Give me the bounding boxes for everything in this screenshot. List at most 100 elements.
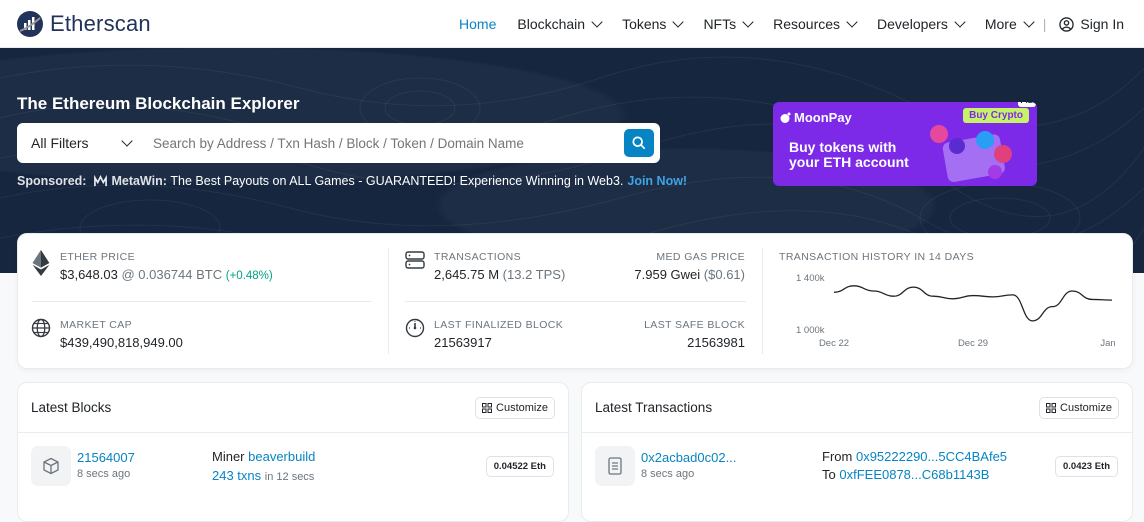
chevron-down-icon xyxy=(954,16,966,28)
top-navbar: Etherscan Home Blockchain Tokens NFTs Re… xyxy=(0,0,1144,48)
latest-transactions-panel: Latest Transactions Customize 0x2acbad0c… xyxy=(581,382,1133,522)
gas-price-block[interactable]: MED GAS PRICE 7.959 Gwei ($0.61) xyxy=(634,251,745,282)
latest-transactions-header: Latest Transactions Customize xyxy=(582,383,1132,433)
finalized-block-label: LAST FINALIZED BLOCK xyxy=(434,319,564,331)
user-circle-icon xyxy=(1059,16,1075,32)
ether-price-usd: $3,648.03 xyxy=(60,267,118,282)
transaction-from: From 0x95222290...5CC4BAfe5 xyxy=(822,449,1007,464)
etherscan-logo[interactable]: Etherscan xyxy=(16,10,151,38)
block-icon xyxy=(31,446,71,486)
nav-nfts-label: NFTs xyxy=(703,16,737,32)
nav-home[interactable]: Home xyxy=(459,16,496,32)
sign-in-button[interactable]: Sign In xyxy=(1059,16,1124,32)
nav-resources[interactable]: Resources xyxy=(773,16,858,32)
block-txns-link[interactable]: 243 txns xyxy=(212,468,261,483)
transaction-value-badge: 0.0423 Eth xyxy=(1055,456,1118,477)
nav-home-label: Home xyxy=(459,16,497,32)
y-tick-label: 1 400k xyxy=(796,273,825,284)
ether-price-value: $3,648.03 @ 0.036744 BTC (+0.48%) xyxy=(60,267,273,282)
metawin-logo-icon xyxy=(94,174,108,186)
block-txns-time: in 12 secs xyxy=(264,471,315,483)
moonpay-ad[interactable]: MoonPay Buy Crypto Ad Buy tokens with yo… xyxy=(773,102,1037,186)
ether-price-block: ETHER PRICE $3,648.03 @ 0.036744 BTC (+0… xyxy=(60,251,273,282)
page-title: The Ethereum Blockchain Explorer xyxy=(17,94,300,113)
latest-blocks-panel: Latest Blocks Customize 21564007 8 secs … xyxy=(17,382,569,522)
safe-block-info: LAST SAFE BLOCK 21563981 xyxy=(644,319,745,350)
chevron-down-icon xyxy=(846,16,858,28)
transaction-age: 8 secs ago xyxy=(641,468,695,480)
search-bar: All Filters xyxy=(17,123,660,163)
moonpay-logo-icon xyxy=(780,112,791,123)
sponsored-label: Sponsored: xyxy=(17,174,87,188)
nav-resources-label: Resources xyxy=(773,16,841,32)
nav-blockchain-label: Blockchain xyxy=(517,16,586,32)
gas-price-usd: ($0.61) xyxy=(703,267,745,282)
transactions-block: TRANSACTIONS 2,645.75 M (13.2 TPS) xyxy=(434,251,565,282)
x-tick-label: Jan 5 xyxy=(1100,338,1116,349)
miner-label: Miner xyxy=(212,449,245,464)
nav-nfts[interactable]: NFTs xyxy=(703,16,754,32)
transactions-label: TRANSACTIONS xyxy=(434,251,522,263)
market-cap-block: MARKET CAP $439,490,818,949.00 xyxy=(60,319,183,350)
gauge-icon xyxy=(405,318,425,338)
customize-transactions-button[interactable]: Customize xyxy=(1039,396,1119,419)
x-tick-label: Dec 22 xyxy=(819,338,849,349)
grid-icon xyxy=(1046,402,1057,413)
search-button[interactable] xyxy=(624,129,654,157)
block-txns: 243 txns in 12 secs xyxy=(212,468,314,483)
server-icon xyxy=(405,251,425,269)
divider xyxy=(32,301,372,302)
customize-label: Customize xyxy=(1060,401,1112,414)
nav-tokens[interactable]: Tokens xyxy=(622,16,685,32)
filter-dropdown[interactable]: All Filters xyxy=(17,123,145,163)
transaction-history-chart[interactable]: 1 400k 1 000k Dec 22 Dec 29 Jan 5 xyxy=(776,270,1116,356)
finalized-block-value[interactable]: 21563917 xyxy=(434,335,563,350)
divider xyxy=(762,248,763,354)
ad-tag: Ad xyxy=(1017,102,1036,107)
sponsor-link[interactable]: Join Now! xyxy=(627,174,687,188)
transaction-to: To 0xfFEE0878...C68b1143B xyxy=(822,467,989,482)
cube-icon xyxy=(43,457,59,475)
document-icon xyxy=(608,457,622,475)
nav-more[interactable]: More xyxy=(984,16,1035,32)
block-number-link[interactable]: 21564007 xyxy=(77,450,135,465)
safe-block-value[interactable]: 21563981 xyxy=(644,335,745,350)
to-label: To xyxy=(822,467,836,482)
market-cap-value: $439,490,818,949.00 xyxy=(60,335,183,350)
globe-icon xyxy=(31,318,51,338)
block-miner: Miner beaverbuild xyxy=(212,449,315,464)
finalized-block-info: LAST FINALIZED BLOCK 21563917 xyxy=(434,319,563,350)
nav-more-label: More xyxy=(984,16,1017,32)
transaction-hash-link[interactable]: 0x2acbad0c02... xyxy=(641,450,736,465)
latest-transactions-title: Latest Transactions xyxy=(595,400,713,415)
customize-blocks-button[interactable]: Customize xyxy=(475,396,555,419)
block-reward-badge: 0.04522 Eth xyxy=(485,456,554,477)
nav-developers-label: Developers xyxy=(877,16,948,32)
gas-price-label: MED GAS PRICE xyxy=(656,251,745,263)
ether-price-label: ETHER PRICE xyxy=(60,251,135,263)
to-address-link[interactable]: 0xfFEE0878...C68b1143B xyxy=(839,467,989,482)
chevron-down-icon xyxy=(672,16,685,28)
ether-price-change: (+0.48%) xyxy=(225,270,273,282)
transaction-history-line xyxy=(833,285,1113,322)
nav-tokens-label: Tokens xyxy=(622,16,667,32)
customize-label: Customize xyxy=(496,401,548,414)
ad-headline: Buy tokens with your ETH account xyxy=(789,139,909,170)
chevron-down-icon xyxy=(1023,16,1035,28)
miner-link[interactable]: beaverbuild xyxy=(248,449,315,464)
divider xyxy=(405,301,746,302)
search-input[interactable] xyxy=(153,135,624,151)
main-menu: Home Blockchain Tokens NFTs Resources De… xyxy=(438,0,1124,48)
crypto-coins-illustration xyxy=(930,125,1012,182)
nav-developers[interactable]: Developers xyxy=(877,16,966,32)
transactions-value: 2,645.75 M (13.2 TPS) xyxy=(434,267,565,282)
gas-price-gwei: 7.959 Gwei xyxy=(634,267,701,282)
from-address-link[interactable]: 0x95222290...5CC4BAfe5 xyxy=(856,449,1007,464)
transaction-icon xyxy=(595,446,635,486)
grid-icon xyxy=(482,402,493,413)
sponsored-banner: Sponsored: MetaWin: The Best Payouts on … xyxy=(17,174,687,188)
nav-blockchain[interactable]: Blockchain xyxy=(517,16,603,32)
ad-buy-crypto-button[interactable]: Buy Crypto xyxy=(963,108,1029,123)
safe-block-label: LAST SAFE BLOCK xyxy=(644,319,745,331)
sponsor-name: MetaWin: xyxy=(111,174,167,188)
